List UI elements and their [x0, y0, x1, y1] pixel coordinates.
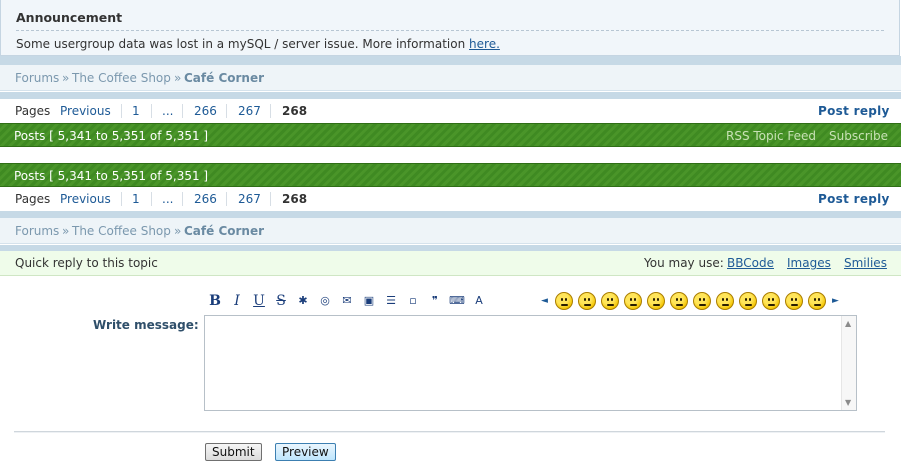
posts-bar-bottom: Posts [ 5,341 to 5,351 of 5,351 ] — [0, 163, 901, 187]
breadcrumb-forums[interactable]: Forums — [15, 224, 59, 238]
post-reply-link[interactable]: Post reply — [818, 192, 890, 206]
page-previous-link[interactable]: Previous — [60, 104, 111, 118]
smiley-icon[interactable] — [739, 292, 757, 310]
announcement-divider — [16, 30, 884, 31]
scroll-down-icon[interactable]: ▼ — [845, 398, 851, 407]
smiley-icon[interactable] — [716, 292, 734, 310]
announcement-text: Some usergroup data was lost in a mySQL … — [16, 37, 500, 51]
write-message-label: Write message: — [93, 318, 199, 332]
page-266-link[interactable]: 266 — [194, 104, 217, 118]
post-reply-link[interactable]: Post reply — [818, 104, 890, 118]
smiley-icon[interactable] — [578, 292, 596, 310]
smiley-icon[interactable] — [785, 292, 803, 310]
announcement-message: Some usergroup data was lost in a mySQL … — [16, 37, 466, 51]
subscribe-link[interactable]: Subscribe — [829, 129, 888, 143]
message-scrollbar[interactable]: ▲ ▼ — [841, 316, 856, 410]
page-separator — [182, 192, 183, 206]
list-icon[interactable]: ☰ — [383, 292, 399, 310]
smiley-icon[interactable] — [762, 292, 780, 310]
separator-bar — [0, 92, 901, 99]
page-1-link[interactable]: 1 — [132, 104, 140, 118]
page-separator — [121, 192, 122, 206]
submit-button[interactable]: Submit — [205, 443, 262, 461]
breadcrumb-separator: » — [174, 224, 182, 238]
underline-button[interactable]: U — [251, 292, 267, 310]
italic-button[interactable]: I — [229, 292, 245, 310]
pages-label: Pages — [15, 104, 51, 118]
smiley-icon[interactable] — [601, 292, 619, 310]
page-separator — [270, 192, 271, 206]
breadcrumb: Forums » The Coffee Shop » Café Corner — [0, 65, 901, 91]
page-separator — [226, 104, 227, 118]
page-current: 268 — [282, 192, 308, 206]
separator-bar — [0, 211, 901, 218]
posts-bar-top: Posts [ 5,341 to 5,351 of 5,351 ] RSS To… — [0, 123, 901, 147]
smiley-icon[interactable] — [693, 292, 711, 310]
quote-icon[interactable]: ❞ — [427, 292, 443, 310]
quick-reply-header: Quick reply to this topic You may use: B… — [0, 251, 901, 276]
scroll-up-icon[interactable]: ▲ — [845, 319, 851, 328]
page-separator — [182, 104, 183, 118]
smilies-link[interactable]: Smilies — [844, 256, 887, 270]
quick-reply-title: Quick reply to this topic — [15, 256, 158, 270]
images-link[interactable]: Images — [787, 256, 831, 270]
rss-feed-link[interactable]: RSS Topic Feed — [726, 129, 816, 143]
preview-button[interactable]: Preview — [275, 443, 336, 461]
breadcrumb-forums[interactable]: Forums — [15, 71, 59, 85]
link-icon[interactable]: ◎ — [317, 292, 333, 310]
page-separator — [226, 192, 227, 206]
breadcrumb-current[interactable]: Café Corner — [184, 71, 264, 85]
bold-button[interactable]: B — [207, 292, 223, 310]
page-separator — [270, 104, 271, 118]
smiley-icon[interactable] — [647, 292, 665, 310]
announcement-panel: Announcement Some usergroup data was los… — [0, 0, 900, 56]
image-icon[interactable]: ▣ — [361, 292, 377, 310]
list-item-icon[interactable]: ▫ — [405, 292, 421, 310]
announcement-title: Announcement — [16, 10, 123, 25]
breadcrumb-current[interactable]: Café Corner — [184, 224, 264, 238]
posts-count: Posts [ 5,341 to 5,351 of 5,351 ] — [14, 129, 209, 143]
strike-button[interactable]: S — [273, 292, 289, 310]
message-textarea[interactable]: ▲ ▼ — [204, 315, 857, 411]
breadcrumb-coffee-shop[interactable]: The Coffee Shop — [72, 224, 171, 238]
breadcrumb-separator: » — [174, 71, 182, 85]
smilies-next-arrow-icon[interactable]: ► — [832, 296, 839, 306]
smiley-icon[interactable] — [624, 292, 642, 310]
form-divider — [14, 431, 885, 433]
page-current: 268 — [282, 104, 308, 118]
announcement-more-link[interactable]: here. — [469, 37, 500, 51]
breadcrumb-coffee-shop[interactable]: The Coffee Shop — [72, 71, 171, 85]
breadcrumb: Forums » The Coffee Shop » Café Corner — [0, 218, 901, 244]
code-icon[interactable]: ⌨ — [449, 292, 465, 310]
you-may-use-label: You may use: — [644, 256, 724, 270]
page-267-link[interactable]: 267 — [238, 104, 261, 118]
smiley-icon[interactable] — [670, 292, 688, 310]
email-icon[interactable]: ✉ — [339, 292, 355, 310]
spacer — [0, 148, 901, 163]
smiley-icon[interactable] — [555, 292, 573, 310]
breadcrumb-separator: » — [62, 71, 70, 85]
page-ellipsis: ... — [162, 104, 174, 118]
font-icon[interactable]: A — [471, 292, 487, 310]
page-separator — [151, 104, 152, 118]
pages-label: Pages — [15, 192, 51, 206]
smiley-icon[interactable] — [808, 292, 826, 310]
bbcode-link[interactable]: BBCode — [727, 256, 774, 270]
page-separator — [121, 104, 122, 118]
page-separator — [151, 192, 152, 206]
pagination-bottom: Pages Previous 1 ... 266 267 268 Post re… — [0, 187, 901, 211]
page-ellipsis: ... — [162, 192, 174, 206]
page-previous-link[interactable]: Previous — [60, 192, 111, 206]
page-267-link[interactable]: 267 — [238, 192, 261, 206]
posts-count: Posts [ 5,341 to 5,351 of 5,351 ] — [14, 169, 209, 183]
page-1-link[interactable]: 1 — [132, 192, 140, 206]
separator-bar — [0, 56, 901, 65]
page-266-link[interactable]: 266 — [194, 192, 217, 206]
breadcrumb-separator: » — [62, 224, 70, 238]
sparkle-icon[interactable]: ✱ — [295, 292, 311, 310]
smilies-prev-arrow-icon[interactable]: ◄ — [541, 296, 548, 306]
pagination-top: Pages Previous 1 ... 266 267 268 Post re… — [0, 99, 901, 123]
